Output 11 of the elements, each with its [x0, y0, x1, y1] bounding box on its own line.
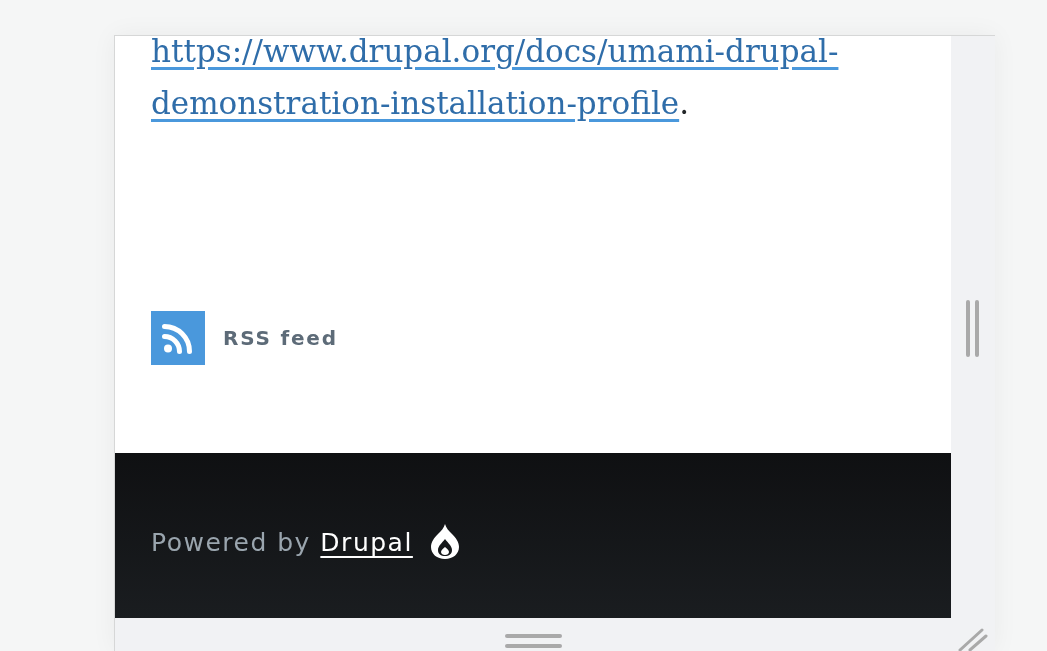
docs-link[interactable]: demonstration-installation-profile: [151, 85, 680, 121]
docs-link[interactable]: https://www.drupal.org/docs/umami-drupal-: [151, 36, 839, 69]
rss-feed-link[interactable]: RSS feed: [151, 311, 338, 365]
resize-grip-icon[interactable]: [958, 628, 988, 651]
resize-handle[interactable]: [504, 634, 562, 649]
body-text: https://www.drupal.org/docs/umami-drupal- demonstration-installation-profile.: [151, 36, 839, 123]
rss-icon: [151, 311, 205, 365]
drop-icon: [429, 523, 460, 560]
footer-text: Powered by Drupal: [151, 528, 413, 557]
resize-handle[interactable]: [966, 300, 980, 357]
drupal-link[interactable]: Drupal: [320, 528, 413, 557]
